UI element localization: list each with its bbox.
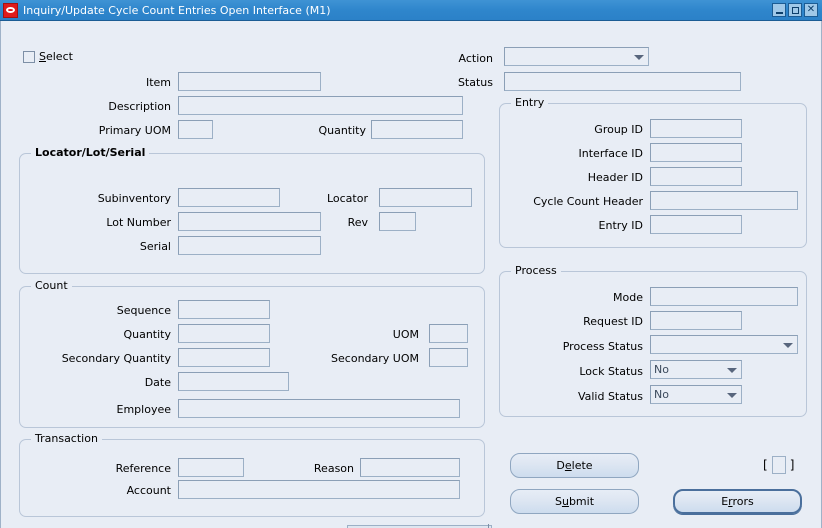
quantity-label: Quantity <box>318 124 366 137</box>
mode-input[interactable] <box>650 287 798 306</box>
account-label: Account <box>126 484 171 497</box>
count-quantity-input[interactable] <box>178 324 270 343</box>
interface-id-label: Interface ID <box>578 147 643 160</box>
reference-label: Reference <box>115 462 171 475</box>
close-icon: ✕ <box>806 3 816 15</box>
flag-open-bracket: [ <box>763 458 768 472</box>
process-group-title: Process <box>511 265 561 277</box>
mode-label: Mode <box>613 291 643 304</box>
entry-id-label: Entry ID <box>598 219 643 232</box>
status-label: Status <box>457 76 493 89</box>
locator-label: Locator <box>326 192 368 205</box>
window-controls: ✕ <box>772 3 818 17</box>
group-id-input[interactable] <box>650 119 742 138</box>
reason-input[interactable] <box>360 458 460 477</box>
secondary-uom-input[interactable] <box>429 348 468 367</box>
item-input[interactable] <box>178 72 321 91</box>
bottom-frame-divider <box>488 524 489 528</box>
group-id-label: Group ID <box>594 123 643 136</box>
rev-label: Rev <box>347 216 368 229</box>
valid-status-dropdown[interactable]: No <box>650 385 742 404</box>
delete-button[interactable]: Delete <box>510 453 639 478</box>
application-window: Inquiry/Update Cycle Count Entries Open … <box>0 0 822 528</box>
employee-input[interactable] <box>178 399 460 418</box>
description-label: Description <box>108 100 171 113</box>
status-input[interactable] <box>504 72 741 91</box>
oracle-logo-icon <box>3 2 18 18</box>
entry-group-title: Entry <box>511 97 549 109</box>
quantity-input[interactable] <box>371 120 463 139</box>
chevron-down-icon <box>727 368 737 373</box>
primary-uom-input[interactable] <box>178 120 213 139</box>
serial-label: Serial <box>139 240 171 253</box>
request-id-label: Request ID <box>583 315 643 328</box>
subinventory-label: Subinventory <box>97 192 171 205</box>
secondary-quantity-input[interactable] <box>178 348 270 367</box>
chevron-down-icon <box>727 393 737 398</box>
close-button[interactable]: ✕ <box>804 3 818 17</box>
secondary-uom-label: Secondary UOM <box>331 352 419 365</box>
flag-checkbox[interactable] <box>771 456 786 474</box>
primary-uom-label: Primary UOM <box>98 124 171 137</box>
entry-id-input[interactable] <box>650 215 742 234</box>
cycle-count-header-label: Cycle Count Header <box>533 195 643 208</box>
serial-input[interactable] <box>178 236 321 255</box>
submit-button-label: Submit <box>554 495 595 508</box>
chevron-down-icon <box>783 343 793 348</box>
secondary-quantity-label: Secondary Quantity <box>61 352 171 365</box>
action-label: Action <box>458 52 493 65</box>
minimize-button[interactable] <box>772 3 786 17</box>
reference-input[interactable] <box>178 458 244 477</box>
valid-status-value: No <box>654 388 669 401</box>
lot-number-label: Lot Number <box>106 216 171 229</box>
interface-id-input[interactable] <box>650 143 742 162</box>
description-input[interactable] <box>178 96 463 115</box>
chevron-down-icon <box>634 55 644 60</box>
locator-lot-serial-group-title: Locator/Lot/Serial <box>31 147 150 159</box>
window-titlebar: Inquiry/Update Cycle Count Entries Open … <box>0 0 822 21</box>
date-label: Date <box>144 376 171 389</box>
transaction-group-title: Transaction <box>31 433 102 445</box>
select-checkbox-label: Select <box>39 50 73 63</box>
action-dropdown[interactable] <box>504 47 649 66</box>
lock-status-value: No <box>654 363 669 376</box>
flag-close-bracket: ] <box>789 458 795 472</box>
sequence-label: Sequence <box>116 304 171 317</box>
process-status-dropdown[interactable] <box>650 335 798 354</box>
select-checkbox[interactable] <box>23 51 35 63</box>
maximize-button[interactable] <box>788 3 802 17</box>
account-input[interactable] <box>178 480 460 499</box>
rev-input[interactable] <box>379 212 416 231</box>
transaction-group: Transaction <box>19 433 485 517</box>
flag-checkbox-group: [ ] <box>763 456 794 474</box>
date-input[interactable] <box>178 372 289 391</box>
submit-button[interactable]: Submit <box>510 489 639 514</box>
locator-input[interactable] <box>379 188 472 207</box>
count-quantity-label: Quantity <box>123 328 171 341</box>
delete-button-label: Delete <box>556 459 593 472</box>
employee-label: Employee <box>116 403 171 416</box>
uom-input[interactable] <box>429 324 468 343</box>
uom-label: UOM <box>392 328 419 341</box>
form-canvas: Select Item Description Primary UOM Quan… <box>0 21 822 528</box>
lock-status-label: Lock Status <box>579 365 643 378</box>
errors-button-label: Errors <box>721 495 754 508</box>
sequence-input[interactable] <box>178 300 270 319</box>
cycle-count-header-input[interactable] <box>650 191 798 210</box>
reason-label: Reason <box>313 462 354 475</box>
process-status-label: Process Status <box>562 340 643 353</box>
item-label: Item <box>145 76 171 89</box>
header-id-label: Header ID <box>587 171 643 184</box>
count-group-title: Count <box>31 280 72 292</box>
header-id-input[interactable] <box>650 167 742 186</box>
lock-status-dropdown[interactable]: No <box>650 360 742 379</box>
valid-status-label: Valid Status <box>577 390 643 403</box>
window-title: Inquiry/Update Cycle Count Entries Open … <box>23 3 331 17</box>
errors-button[interactable]: Errors <box>673 489 802 514</box>
request-id-input[interactable] <box>650 311 742 330</box>
